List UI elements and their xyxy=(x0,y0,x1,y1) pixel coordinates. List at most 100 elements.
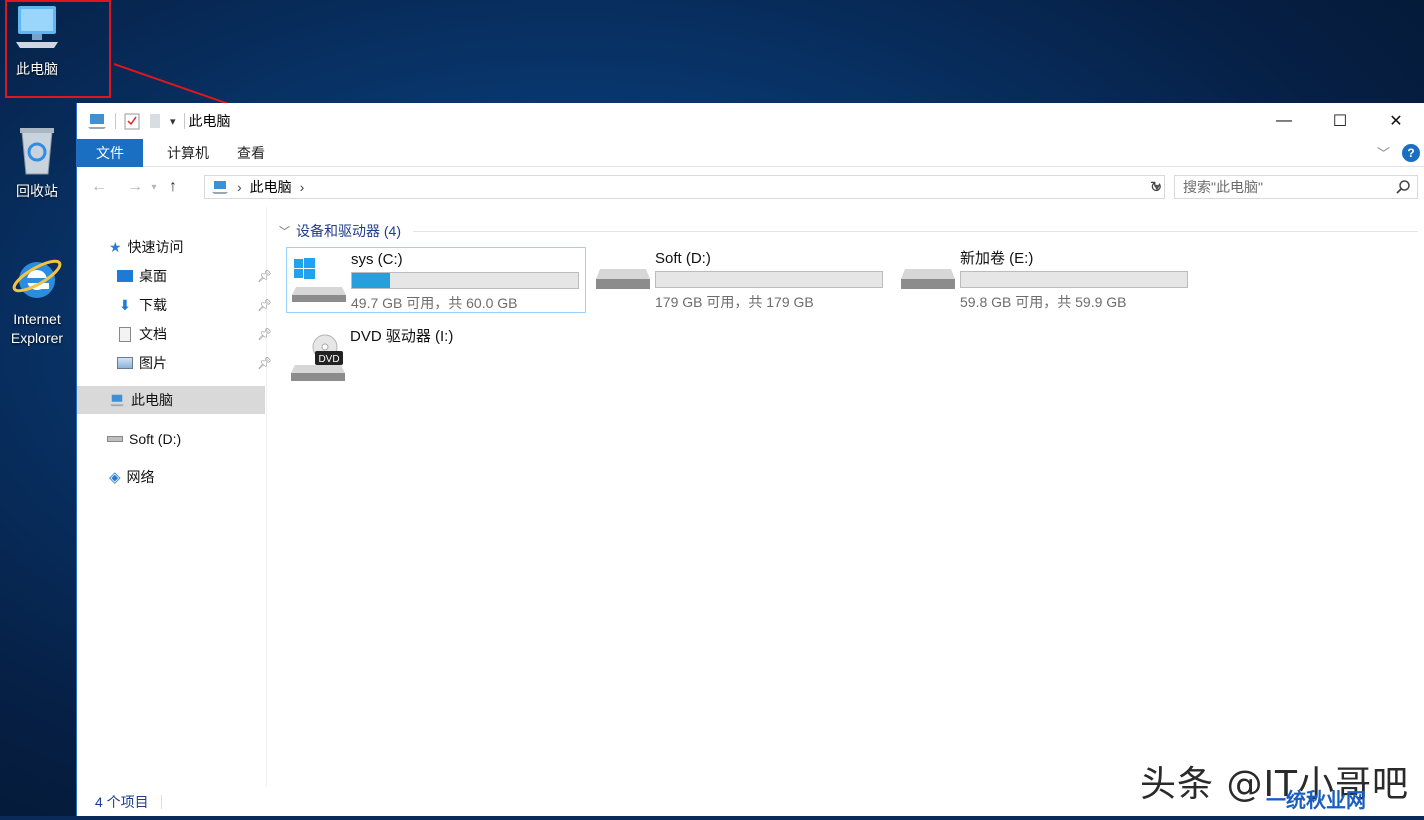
file-explorer-window: ▾ 此电脑 — ☐ ✕ 文件 计算机 查看 ﹀ ? ← → ▾ ↑ › 此电脑 … xyxy=(76,103,1424,816)
nav-network[interactable]: ◈ 网络 xyxy=(109,463,155,491)
computer-icon xyxy=(110,394,124,407)
tab-file[interactable]: 文件 xyxy=(77,138,143,167)
nav-item-downloads[interactable]: ⬇ 下载 📌︎ xyxy=(117,291,272,319)
ribbon-tabs: 文件 计算机 查看 ﹀ ? xyxy=(77,138,1424,167)
navigation-bar: ← → ▾ ↑ › 此电脑 › ▾ ↻ xyxy=(77,167,1424,207)
desktop-folder-icon xyxy=(117,270,133,282)
nav-drive-d[interactable]: Soft (D:) xyxy=(107,425,181,453)
forward-arrow-icon[interactable]: → xyxy=(123,178,147,196)
computer-icon xyxy=(88,114,106,129)
pin-icon[interactable]: 📌︎ xyxy=(257,298,272,312)
refresh-icon[interactable]: ↻ xyxy=(1145,175,1167,199)
computer-icon xyxy=(212,181,228,194)
dvd-badge: DVD xyxy=(318,354,339,365)
address-bar[interactable]: › 此电脑 › ▾ xyxy=(204,175,1165,199)
hard-drive-icon xyxy=(107,436,123,442)
drive-size-text: 59.8 GB 可用，共 59.9 GB xyxy=(960,294,1127,310)
breadcrumb-this-pc[interactable]: 此电脑 xyxy=(250,177,292,197)
nav-label: 网络 xyxy=(126,469,155,485)
back-arrow-icon[interactable]: ← xyxy=(87,178,111,196)
up-arrow-icon[interactable]: ↑ xyxy=(161,178,185,196)
annotation-highlight-box xyxy=(5,0,111,98)
chevron-down-icon[interactable]: ﹀ xyxy=(279,223,290,239)
drive-name: sys (C:) xyxy=(351,251,403,268)
drive-name: Soft (D:) xyxy=(655,250,711,267)
title-bar: ▾ 此电脑 — ☐ ✕ xyxy=(77,103,1424,139)
pin-icon[interactable]: 📌︎ xyxy=(257,269,272,283)
windows-drive-icon xyxy=(292,258,346,302)
drive-size-text: 179 GB 可用，共 179 GB xyxy=(655,294,814,310)
nav-quick-access[interactable]: ★ 快速访问 xyxy=(109,233,184,261)
nav-label: 桌面 xyxy=(139,268,167,284)
content-area: ﹀ 设备和驱动器 (4) sys (C:) 49.7 GB 可用，共 60.0 … xyxy=(273,207,1424,787)
nav-this-pc[interactable]: 此电脑 xyxy=(77,386,265,414)
drive-usage-bar xyxy=(351,272,579,289)
dvd-drive-icon: DVD xyxy=(291,334,345,381)
window-title: 此电脑 xyxy=(188,113,231,129)
breadcrumb-separator-icon[interactable]: › xyxy=(300,179,305,195)
desktop-icon-label: Internet Explorer xyxy=(10,311,64,346)
status-divider xyxy=(160,795,162,809)
desktop-icon-recycle-bin[interactable]: 回收站 xyxy=(1,124,73,201)
watermark-logo: 一统秋业网 xyxy=(1266,788,1366,812)
quick-access-toolbar: ▾ xyxy=(77,112,185,130)
nav-item-pictures[interactable]: 图片 📌︎ xyxy=(117,349,272,377)
drive-size-text: 49.7 GB 可用，共 60.0 GB xyxy=(351,295,518,311)
drive-name: 新加卷 (E:) xyxy=(960,250,1034,267)
recycle-bin-icon xyxy=(20,128,54,175)
search-box[interactable] xyxy=(1174,175,1418,199)
nav-label: 下载 xyxy=(139,297,167,313)
nav-item-desktop[interactable]: 桌面 📌︎ xyxy=(117,262,272,290)
taskbar-edge xyxy=(0,816,1424,820)
toolbar-divider xyxy=(183,113,185,129)
drive-usage-bar xyxy=(655,271,883,288)
group-divider xyxy=(413,230,1418,232)
tab-computer[interactable]: 计算机 xyxy=(153,139,223,167)
desktop-icon-internet-explorer[interactable]: Internet Explorer xyxy=(1,250,73,348)
new-folder-icon[interactable] xyxy=(148,112,162,130)
nav-label: 此电脑 xyxy=(131,392,173,408)
recent-locations-icon[interactable]: ▾ xyxy=(147,182,161,193)
drive-item-dvd[interactable]: DVD DVD 驱动器 (I:) xyxy=(286,325,586,391)
search-icon xyxy=(1396,180,1410,194)
document-icon xyxy=(119,326,131,342)
help-icon[interactable]: ? xyxy=(1402,143,1420,162)
drive-usage-fill xyxy=(352,273,391,288)
minimize-button[interactable]: — xyxy=(1256,103,1312,139)
ribbon-right-controls: ﹀ ? xyxy=(1377,143,1420,162)
group-title: 设备和驱动器 (4) xyxy=(296,223,401,239)
chevron-down-icon[interactable]: ▾ xyxy=(170,115,176,128)
search-input[interactable] xyxy=(1183,179,1383,195)
window-controls: — ☐ ✕ xyxy=(1256,103,1424,139)
drive-usage-bar xyxy=(960,271,1188,288)
star-icon: ★ xyxy=(109,238,122,255)
nav-item-documents[interactable]: 文档 📌︎ xyxy=(117,320,272,348)
breadcrumb-separator-icon[interactable]: › xyxy=(237,179,242,195)
navigation-pane: ★ 快速访问 桌面 📌︎ ⬇ 下载 📌︎ 文档 📌︎ 图片 📌︎ 此电脑 Sof… xyxy=(77,207,272,787)
toolbar-divider xyxy=(115,113,116,129)
nav-label: Soft (D:) xyxy=(129,431,182,447)
drive-item-c[interactable]: sys (C:) 49.7 GB 可用，共 60.0 GB xyxy=(286,247,586,313)
picture-icon xyxy=(117,357,133,369)
network-icon: ◈ xyxy=(109,469,121,486)
hard-drive-icon xyxy=(901,269,955,289)
drive-item-e[interactable]: 新加卷 (E:) 59.8 GB 可用，共 59.9 GB xyxy=(896,247,1196,313)
item-count: 4 个项目 xyxy=(95,794,149,810)
expand-ribbon-icon[interactable]: ﹀ xyxy=(1377,143,1390,162)
nav-label: 文档 xyxy=(139,326,167,342)
pin-icon[interactable]: 📌︎ xyxy=(257,327,272,341)
tab-view[interactable]: 查看 xyxy=(223,139,279,167)
nav-label: 图片 xyxy=(139,355,167,371)
drive-name: DVD 驱动器 (I:) xyxy=(350,328,454,345)
pin-icon[interactable]: 📌︎ xyxy=(257,356,272,370)
desktop-icon-label: 回收站 xyxy=(16,183,58,199)
hard-drive-icon xyxy=(596,269,650,289)
drive-item-d[interactable]: Soft (D:) 179 GB 可用，共 179 GB xyxy=(591,247,891,313)
close-button[interactable]: ✕ xyxy=(1368,103,1424,139)
nav-label: 快速访问 xyxy=(127,239,184,255)
group-header-devices[interactable]: ﹀ 设备和驱动器 (4) xyxy=(279,221,1418,241)
download-arrow-icon: ⬇ xyxy=(119,296,131,313)
properties-icon[interactable] xyxy=(124,112,140,130)
internet-explorer-icon xyxy=(12,259,62,298)
maximize-button[interactable]: ☐ xyxy=(1312,103,1368,139)
